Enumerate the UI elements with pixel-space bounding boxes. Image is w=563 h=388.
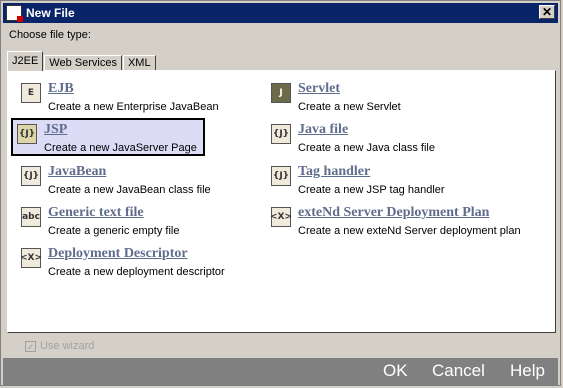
file-type-deployment-descriptor[interactable]: <X> Deployment Descriptor Create a new d… — [20, 246, 225, 279]
file-type-deployment-plan[interactable]: <X> exteNd Server Deployment Plan Create… — [270, 205, 521, 238]
file-type-generic-text[interactable]: abc Generic text file Create a generic e… — [21, 205, 179, 238]
ok-button[interactable]: OK — [383, 358, 408, 385]
file-type-tag-handler[interactable]: {J} Tag handler Create a new JSP tag han… — [271, 164, 445, 197]
file-type-servlet[interactable]: J Servlet Create a new Servlet — [271, 81, 401, 114]
servlet-icon: J — [271, 83, 291, 103]
use-wizard-option[interactable]: ✓ Use wizard — [25, 340, 94, 352]
choose-file-type-label: Choose file type: — [9, 29, 91, 41]
cancel-button[interactable]: Cancel — [432, 358, 485, 385]
xml-icon: <X> — [20, 248, 42, 268]
file-type-name: Java file — [298, 122, 349, 137]
tag-handler-icon: {J} — [271, 166, 291, 186]
use-wizard-checkbox[interactable]: ✓ — [25, 340, 36, 352]
title-bar: New File ✕ — [3, 3, 558, 23]
file-type-name: JSP — [44, 122, 68, 137]
window-title: New File — [26, 6, 75, 20]
file-type-description: Create a new JavaBean class file — [48, 184, 211, 196]
use-wizard-label: Use wizard — [40, 340, 95, 352]
xml-icon: <X> — [270, 207, 292, 227]
file-type-java-file[interactable]: {J} Java file Create a new Java class fi… — [271, 122, 435, 155]
file-type-description: Create a new JSP tag handler — [298, 184, 445, 196]
text-file-icon: abc — [21, 207, 41, 227]
file-type-name: Generic text file — [48, 205, 144, 220]
help-button[interactable]: Help — [510, 358, 545, 385]
jsp-icon: {J} — [17, 124, 37, 144]
file-type-tabs: J2EE Web Services XML — [7, 51, 157, 71]
file-type-name: Tag handler — [298, 164, 371, 179]
button-bar: OK Cancel Help — [3, 358, 558, 385]
tab-web-services[interactable]: Web Services — [44, 55, 122, 71]
ejb-icon: E — [21, 83, 41, 103]
file-type-jsp[interactable]: {J} JSP Create a new JavaServer Page — [11, 118, 205, 156]
file-type-name: Servlet — [298, 81, 340, 96]
file-type-description: Create a new Servlet — [298, 101, 401, 113]
file-type-name: JavaBean — [48, 164, 107, 179]
file-type-description: Create a new deployment descriptor — [48, 266, 225, 278]
file-type-name: exteNd Server Deployment Plan — [298, 205, 490, 220]
file-type-ejb[interactable]: E EJB Create a new Enterprise JavaBean — [21, 81, 219, 114]
file-type-list: E EJB Create a new Enterprise JavaBean {… — [7, 70, 556, 333]
new-file-dialog: New File ✕ Choose file type: J2EE Web Se… — [0, 0, 561, 386]
file-type-javabean[interactable]: {J} JavaBean Create a new JavaBean class… — [21, 164, 211, 197]
tab-xml[interactable]: XML — [122, 55, 156, 71]
new-file-app-icon — [6, 5, 23, 22]
file-type-description: Create a new exteNd Server deployment pl… — [298, 225, 521, 237]
file-type-description: Create a new JavaServer Page — [44, 142, 197, 154]
file-type-name: EJB — [48, 81, 74, 96]
close-button[interactable]: ✕ — [539, 5, 555, 19]
javabean-icon: {J} — [21, 166, 41, 186]
file-type-description: Create a new Java class file — [298, 142, 435, 154]
file-type-name: Deployment Descriptor — [48, 246, 188, 261]
java-file-icon: {J} — [271, 124, 291, 144]
tab-j2ee[interactable]: J2EE — [7, 51, 44, 71]
file-type-description: Create a new Enterprise JavaBean — [48, 101, 219, 113]
file-type-description: Create a generic empty file — [48, 225, 180, 237]
